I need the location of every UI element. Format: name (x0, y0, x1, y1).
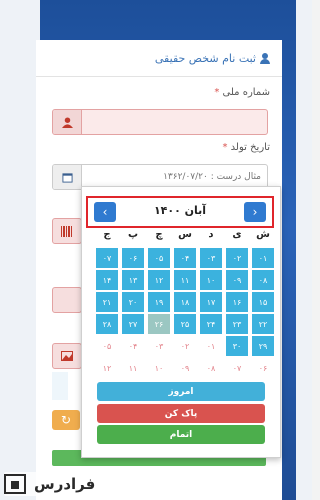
calendar-day[interactable]: ۰۴ (174, 248, 196, 268)
calendar-day-outside: ۰۹ (180, 363, 190, 373)
calendar-day-outside: ۱۰ (154, 363, 164, 373)
next-month-button[interactable]: › (244, 202, 266, 222)
calendar-day[interactable]: ۲۹ (252, 336, 274, 356)
calendar-day[interactable]: ۰۶ (122, 248, 144, 268)
calendar-day-outside: ۰۳ (154, 341, 164, 351)
calendar-day-outside: ۱۲ (102, 363, 112, 373)
refresh-icon: ↻ (60, 413, 72, 427)
logo-icon (4, 474, 26, 494)
calendar-day-outside: ۰۶ (258, 363, 268, 373)
weekday-header: د (208, 229, 214, 240)
card-header: ثبت نام شخص حقیقی (36, 40, 282, 77)
weekday-header: ی (232, 229, 242, 240)
required-mark: * (214, 87, 220, 98)
captcha-image (52, 372, 68, 400)
calendar-day[interactable]: ۰۳ (200, 248, 222, 268)
done-button[interactable]: اتمام (97, 425, 265, 444)
weekday-header: ج (103, 229, 111, 240)
date-picker-popup: ‹ آبان ۱۴۰۰ › ش ی د س چ پ ج ۰۱ ۰۲ ۰۳ ۰۴ ۰۵ ۰۶… (81, 186, 281, 458)
left-margin (0, 0, 40, 500)
national-code-label: شماره ملی * (214, 87, 270, 98)
calendar-day[interactable]: ۲۴ (200, 314, 222, 334)
today-button[interactable]: امروز (97, 382, 265, 401)
calendar-day[interactable]: ۲۷ (122, 314, 144, 334)
calendar-day[interactable]: ۱۳ (122, 270, 144, 290)
calendar-day-outside: ۰۲ (180, 341, 190, 351)
calendar-icon (53, 165, 82, 189)
calendar-day[interactable]: ۱۷ (200, 292, 222, 312)
national-code-group (52, 109, 268, 135)
weekday-header: ش (256, 229, 270, 240)
calendar-day[interactable]: ۰۲ (226, 248, 248, 268)
calendar-day[interactable]: ۱۵ (252, 292, 274, 312)
calendar-day[interactable]: ۱۱ (174, 270, 196, 290)
chevron-right-icon: › (252, 205, 258, 219)
chevron-left-icon: ‹ (102, 205, 108, 219)
calendar-day[interactable]: ۱۹ (148, 292, 170, 312)
calendar-day[interactable]: ۰۹ (226, 270, 248, 290)
calendar-day[interactable]: ۰۷ (96, 248, 118, 268)
calendar-day[interactable]: ۱۴ (96, 270, 118, 290)
calendar-day-outside: ۱۱ (128, 363, 138, 373)
calendar-day[interactable]: ۲۱ (96, 292, 118, 312)
calendar-day[interactable]: ۲۵ (174, 314, 196, 334)
image-icon (52, 343, 82, 369)
national-code-input[interactable] (82, 110, 267, 134)
user-icon (53, 110, 82, 134)
calendar-day[interactable]: ۰۵ (148, 248, 170, 268)
calendar-day-outside: ۰۸ (206, 363, 216, 373)
prev-month-button[interactable]: ‹ (94, 202, 116, 222)
month-title[interactable]: آبان ۱۴۰۰ (118, 204, 242, 217)
calendar-day-outside: ۰۵ (102, 341, 112, 351)
calendar-day-today[interactable]: ۲۶ (148, 314, 170, 334)
refresh-captcha-button[interactable]: ↻ (52, 410, 80, 430)
calendar-day-outside: ۰۷ (232, 363, 242, 373)
calendar-day[interactable]: ۰۸ (252, 270, 274, 290)
calendar-day[interactable]: ۳۰ (226, 336, 248, 356)
birth-date-label: تاریخ تولد * (222, 142, 270, 153)
calendar-day-outside: ۰۱ (206, 341, 216, 351)
calendar-day[interactable]: ۱۲ (148, 270, 170, 290)
calendar-day[interactable]: ۲۰ (122, 292, 144, 312)
right-margin (296, 0, 312, 500)
clear-button[interactable]: پاک کن (97, 404, 265, 423)
calendar-day[interactable]: ۰۱ (252, 248, 274, 268)
weekday-header: پ (127, 229, 139, 240)
barcode-icon (52, 218, 82, 244)
calendar-day[interactable]: ۱۶ (226, 292, 248, 312)
calendar-day[interactable]: ۲۲ (252, 314, 274, 334)
user-icon (260, 52, 270, 64)
calendar-day[interactable]: ۱۸ (174, 292, 196, 312)
birth-date-label-text: تاریخ تولد (230, 142, 270, 153)
national-code-label-text: شماره ملی (222, 87, 270, 98)
weekday-header: س (178, 229, 192, 240)
calendar-day[interactable]: ۲۳ (226, 314, 248, 334)
addon-icon (52, 287, 82, 313)
calendar-day[interactable]: ۱۰ (200, 270, 222, 290)
weekday-header: چ (155, 229, 163, 240)
calendar-day-outside: ۰۴ (128, 341, 138, 351)
calendar-day[interactable]: ۲۸ (96, 314, 118, 334)
page-title: ثبت نام شخص حقیقی (154, 51, 256, 65)
calendar-header: ‹ آبان ۱۴۰۰ › (86, 196, 274, 228)
watermark-logo: فرادرس (4, 472, 128, 496)
watermark-text: فرادرس (34, 475, 96, 493)
required-mark: * (222, 142, 228, 153)
